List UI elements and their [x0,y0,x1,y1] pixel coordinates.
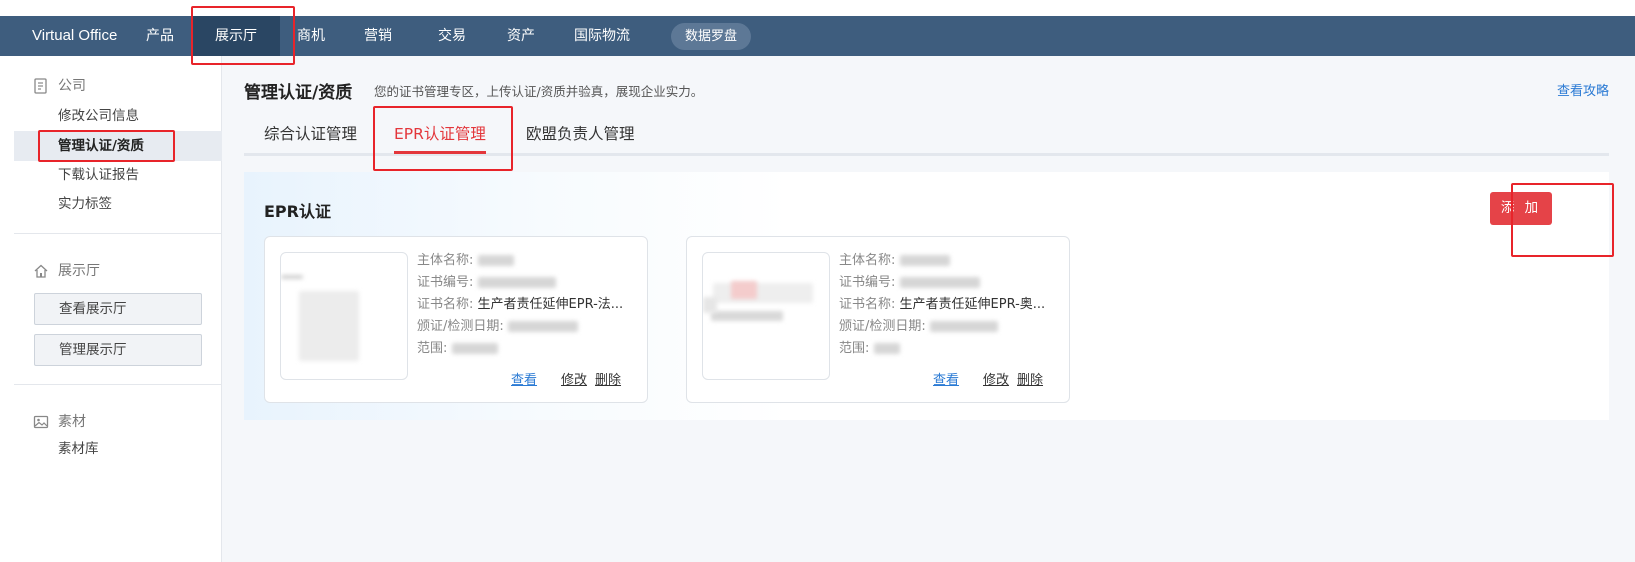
cert-scope-field: 范围: [839,339,900,359]
edit-link[interactable]: 修改 [561,369,587,388]
cert-date-field: 颁证/检测日期: [839,317,998,337]
view-link[interactable]: 查看 [933,369,959,388]
cert-subject-field: 主体名称: [839,251,950,271]
top-nav: Virtual Office 产品 展示厅 商机 营销 交易 资产 国际物流 数… [0,16,1635,56]
cert-name-label: 证书名称: [839,297,896,312]
cert-subject-field: 主体名称: [417,251,514,271]
epr-panel: EPR认证 添 加 主体名称: 证书编号: 证书名称: 生产者责任延伸EPR-法… [244,172,1609,420]
cert-thumbnail[interactable] [702,252,830,380]
date-label: 颁证/检测日期: [839,319,926,334]
sidebar-header-showroom: 展示厅 [58,263,100,279]
view-link[interactable]: 查看 [511,369,537,388]
redacted-value [929,321,998,332]
date-label: 颁证/检测日期: [417,319,504,334]
nav-item-showroom[interactable]: 展示厅 [192,16,280,56]
nav-item-assets[interactable]: 资产 [495,16,547,56]
view-guide-link[interactable]: 查看攻略 [1557,80,1609,99]
cert-name-field: 证书名称: 生产者责任延伸EPR-奥... [839,295,1045,315]
add-button[interactable]: 添 加 [1490,192,1552,225]
cert-scope-field: 范围: [417,339,498,359]
cert-date-field: 颁证/检测日期: [417,317,578,337]
cert-no-label: 证书编号: [839,275,896,290]
redacted-value [477,277,556,288]
tab-eu-representative[interactable]: 欧盟负责人管理 [526,112,635,156]
cert-no-label: 证书编号: [417,275,474,290]
sidebar-header-material: 素材 [58,414,86,430]
image-icon [33,415,49,429]
nav-item-logistics[interactable]: 国际物流 [564,16,640,56]
sidebar-header-company: 公司 [58,78,86,94]
redacted-value [451,343,498,354]
nav-data-compass-button[interactable]: 数据罗盘 [671,23,752,50]
cert-number-field: 证书编号: [839,273,980,293]
delete-link[interactable]: 删除 [595,369,621,388]
nav-item-trade[interactable]: 交易 [426,16,478,56]
sidebar-item-material-library[interactable]: 素材库 [58,438,99,460]
cert-name-field: 证书名称: 生产者责任延伸EPR-法... [417,295,623,315]
brand-logo[interactable]: Virtual Office [32,16,117,56]
redacted-value [899,277,980,288]
sidebar-divider [14,233,222,234]
edit-link[interactable]: 修改 [983,369,1009,388]
cert-number-field: 证书编号: [417,273,556,293]
view-showroom-button[interactable]: 查看展示厅 [34,293,202,325]
sidebar-item-edit-company[interactable]: 修改公司信息 [58,105,139,127]
subject-label: 主体名称: [839,253,896,268]
cert-name-label: 证书名称: [417,297,474,312]
scope-label: 范围: [417,341,448,356]
home-icon [34,264,48,278]
redacted-value [899,255,950,266]
nav-item-marketing[interactable]: 营销 [352,16,404,56]
cert-card: 主体名称: 证书编号: 证书名称: 生产者责任延伸EPR-法... 颁证/检测日… [264,236,648,403]
sidebar-divider [14,384,222,385]
sidebar-item-manage-certs[interactable]: 管理认证/资质 [58,135,144,157]
cert-name-value: 生产者责任延伸EPR-奥... [899,297,1046,312]
main-content: 管理认证/资质 您的证书管理专区，上传认证/资质并验真，展现企业实力。 查看攻略… [222,56,1635,562]
scope-label: 范围: [839,341,870,356]
cert-name-value: 生产者责任延伸EPR-法... [477,297,624,312]
subject-label: 主体名称: [417,253,474,268]
tab-epr-certs[interactable]: EPR认证管理 [394,112,486,156]
manage-showroom-button[interactable]: 管理展示厅 [34,334,202,366]
sidebar-item-download-report[interactable]: 下载认证报告 [58,164,139,186]
document-icon [34,78,47,94]
cert-thumbnail[interactable] [280,252,408,380]
active-tab-indicator [394,151,486,154]
delete-link[interactable]: 删除 [1017,369,1043,388]
cert-tabs: 综合认证管理 EPR认证管理 欧盟负责人管理 [244,112,1609,156]
page-subtitle: 您的证书管理专区，上传认证/资质并验真，展现企业实力。 [374,84,704,99]
tab-general-certs[interactable]: 综合认证管理 [264,112,357,156]
redacted-value [507,321,578,332]
nav-item-opportunities[interactable]: 商机 [285,16,337,56]
sidebar-item-strength-tags[interactable]: 实力标签 [58,193,112,215]
panel-title: EPR认证 [264,202,331,221]
redacted-value [477,255,514,266]
sidebar: 公司 修改公司信息 管理认证/资质 下载认证报告 实力标签 展示厅 查看展示厅 … [0,56,222,562]
nav-item-products[interactable]: 产品 [134,16,186,56]
page-title: 管理认证/资质 [244,83,353,103]
cert-card: 主体名称: 证书编号: 证书名称: 生产者责任延伸EPR-奥... 颁证/检测日… [686,236,1070,403]
redacted-value [873,343,900,354]
